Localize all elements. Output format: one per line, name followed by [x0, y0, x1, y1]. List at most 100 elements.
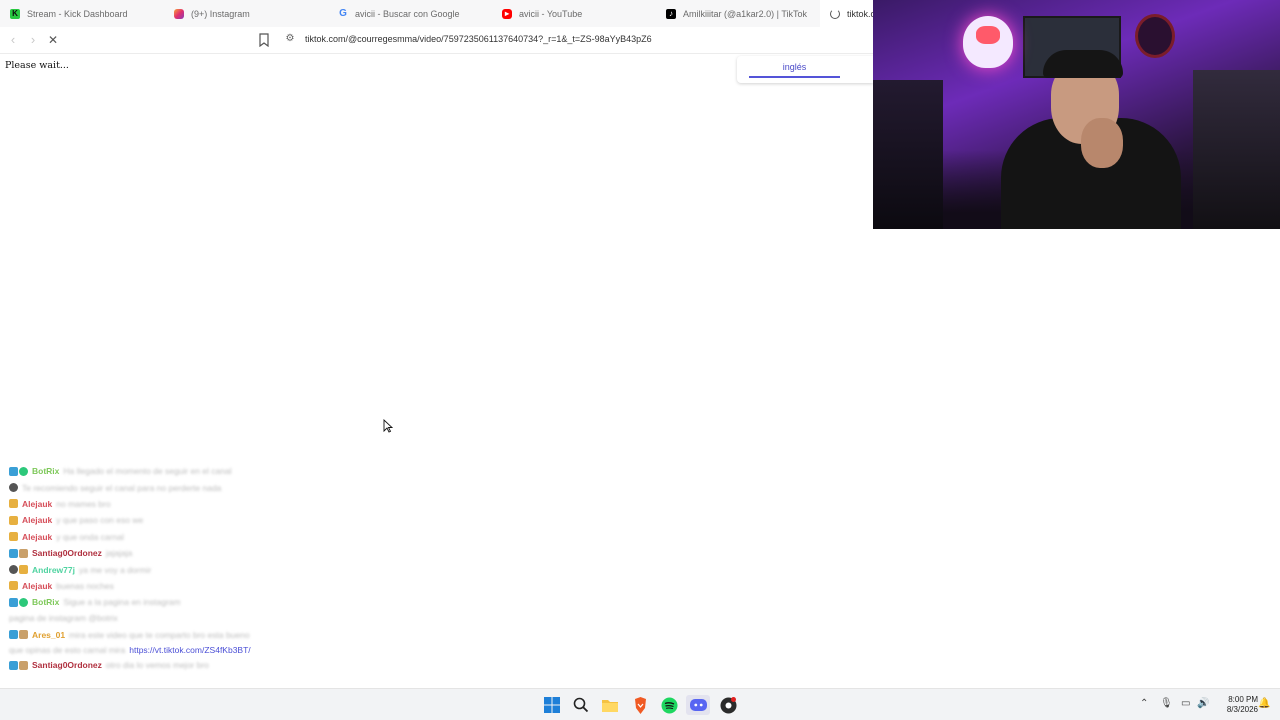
chat-message: Te recomiendo seguir el canal para no pe… — [9, 479, 299, 495]
search-icon[interactable] — [571, 695, 591, 715]
tab-youtube[interactable]: ▸ avicii - YouTube — [492, 0, 656, 27]
volume-icon[interactable]: 🔊 — [1197, 698, 1209, 709]
webcam-person-cap — [1043, 50, 1123, 78]
vip-badge-icon — [19, 630, 28, 640]
subscriber-badge-icon — [9, 515, 18, 525]
chat-message: Ares_01 mira este video que te comparto … — [9, 627, 299, 643]
chat-username: Santiag0Ordonez — [32, 660, 102, 671]
youtube-icon: ▸ — [502, 8, 512, 19]
moderator-badge-icon — [9, 660, 18, 670]
tab-title: Stream - Kick Dashboard — [27, 8, 128, 19]
tab-title: tiktok.co — [847, 8, 873, 19]
moderator-badge-icon — [9, 466, 18, 476]
moderator-badge-icon — [9, 548, 18, 558]
tab-instagram[interactable]: (9+) Instagram — [164, 0, 328, 27]
bookmark-icon[interactable] — [258, 33, 270, 47]
moderator-badge-icon — [9, 630, 18, 640]
chat-link[interactable]: https://vt.tiktok.com/ZS4fKb3BT/ — [129, 645, 250, 655]
discord-icon[interactable] — [686, 695, 710, 715]
chat-text: otro dia lo vemos mejor bro — [105, 660, 209, 671]
chat-text: Sigue a la pagina en instagram — [63, 597, 181, 608]
stream-chat-overlay: BotRix Ha llegado el momento de seguir e… — [9, 463, 299, 673]
forward-icon[interactable]: › — [26, 33, 40, 47]
network-icon[interactable]: ▭ — [1181, 698, 1190, 709]
google-icon: G — [339, 8, 347, 19]
site-info-icon[interactable]: ⚙ — [284, 33, 296, 47]
chat-text: mira este video que te comparto bro esta… — [69, 629, 250, 640]
tab-title: avicii - Buscar con Google — [355, 8, 460, 19]
tab-title: Amilkiiitar (@a1kar2.0) | TikTok — [683, 8, 808, 19]
chat-username: Santiag0Ordonez — [32, 548, 102, 559]
chat-message: BotRix Ha llegado el momento de seguir e… — [9, 463, 299, 479]
chat-username: Alejauk — [22, 531, 53, 542]
chat-message: Andrew77j ya me voy a dormir — [9, 561, 299, 577]
chat-text: que opinas de esto carnal mira — [9, 644, 126, 655]
tiktok-icon: ♪ — [666, 8, 676, 19]
obs-icon[interactable] — [718, 695, 738, 715]
chat-message: Santiag0Ordonez otro dia lo vemos mejor … — [9, 657, 299, 673]
kick-icon: K — [10, 8, 20, 19]
browser-toolbar: ‹ › ✕ ⚙ tiktok.com/@courregesmma/video/7… — [0, 27, 873, 54]
tab-title: (9+) Instagram — [191, 8, 250, 19]
chat-message: Alejauk y que paso con eso we — [9, 512, 299, 528]
spotify-icon[interactable] — [659, 695, 679, 715]
chat-message: BotRix Sigue a la pagina en instagram — [9, 594, 299, 610]
subscriber-badge-icon — [19, 565, 28, 575]
verified-badge-icon — [19, 466, 28, 476]
vip-badge-icon — [19, 660, 28, 670]
tab-tiktok-loading[interactable]: tiktok.co — [820, 0, 873, 27]
vip-badge-icon — [19, 548, 28, 558]
address-bar[interactable]: tiktok.com/@courregesmma/video/759723506… — [305, 34, 652, 44]
moderator-badge-icon — [9, 597, 18, 607]
chat-message: Alejauk buenas noches — [9, 578, 299, 594]
verified-badge-icon — [19, 597, 28, 607]
chat-username: Alejauk — [22, 515, 53, 526]
webcam-right-chair — [1193, 70, 1280, 229]
chat-username: BotRix — [32, 466, 60, 477]
system-clock[interactable]: 8:00 PM 8/3/2026 — [1212, 695, 1258, 715]
windows-start-icon[interactable] — [542, 695, 562, 715]
chat-username: Alejauk — [22, 498, 53, 509]
chat-message: Alejauk no mames bro — [9, 496, 299, 512]
sunglasses-badge-icon — [9, 565, 18, 575]
chat-text: pagina de instagram @botrix — [9, 612, 118, 623]
chat-text: jajajaja — [105, 548, 133, 559]
subscriber-badge-icon — [9, 499, 18, 509]
file-explorer-icon[interactable] — [600, 695, 620, 715]
chat-text: ya me voy a dormir — [79, 564, 152, 575]
tab-google-search[interactable]: G avicii - Buscar con Google — [328, 0, 492, 27]
clock-date: 8/3/2026 — [1226, 705, 1258, 714]
tab-kick-dashboard[interactable]: K Stream - Kick Dashboard — [0, 0, 164, 27]
microphone-icon[interactable]: 🎙 — [1160, 698, 1173, 709]
tab-tiktok-profile[interactable]: ♪ Amilkiiitar (@a1kar2.0) | TikTok — [656, 0, 820, 27]
clock-time: 8:00 PM — [1228, 695, 1258, 704]
screen: K Stream - Kick Dashboard (9+) Instagram… — [0, 0, 1280, 720]
chat-text: buenas noches — [56, 580, 114, 591]
active-tab-underline — [749, 76, 840, 78]
chat-username: Alejauk — [22, 580, 53, 591]
instagram-icon — [174, 8, 184, 19]
back-icon[interactable]: ‹ — [6, 33, 20, 47]
loading-spinner-icon — [830, 8, 840, 19]
chat-message: Alejauk y que onda carnal — [9, 529, 299, 545]
notification-icon[interactable]: 🔔 — [1258, 698, 1270, 709]
chat-text: y que paso con eso we — [56, 515, 144, 526]
chat-username: Ares_01 — [32, 629, 66, 640]
windows-taskbar: ⌃ 🎙 ▭ 🔊 8:00 PM 8/3/2026 🔔 — [0, 688, 1280, 720]
brave-browser-icon[interactable] — [630, 695, 650, 715]
webcam-wall-emblem — [1135, 14, 1175, 58]
stop-loading-icon[interactable]: ✕ — [46, 33, 60, 47]
webcam-person-hand — [1081, 118, 1123, 168]
chat-text: y que onda carnal — [56, 531, 124, 542]
show-hidden-icons-icon[interactable]: ⌃ — [1140, 698, 1148, 709]
translate-popup: inglés — [737, 56, 873, 83]
chat-message-continuation: que opinas de esto carnal mira https://v… — [9, 643, 299, 657]
mouse-cursor-icon — [383, 419, 393, 433]
chat-message-continuation: pagina de instagram @botrix — [9, 611, 299, 625]
translate-language-tab[interactable]: inglés — [749, 62, 840, 72]
chat-text: no mames bro — [56, 498, 111, 509]
subscriber-badge-icon — [9, 532, 18, 542]
chat-text: Ha llegado el momento de seguir en el ca… — [63, 466, 232, 477]
sunglasses-badge-icon — [9, 483, 18, 493]
tab-title: avicii - YouTube — [519, 8, 583, 19]
